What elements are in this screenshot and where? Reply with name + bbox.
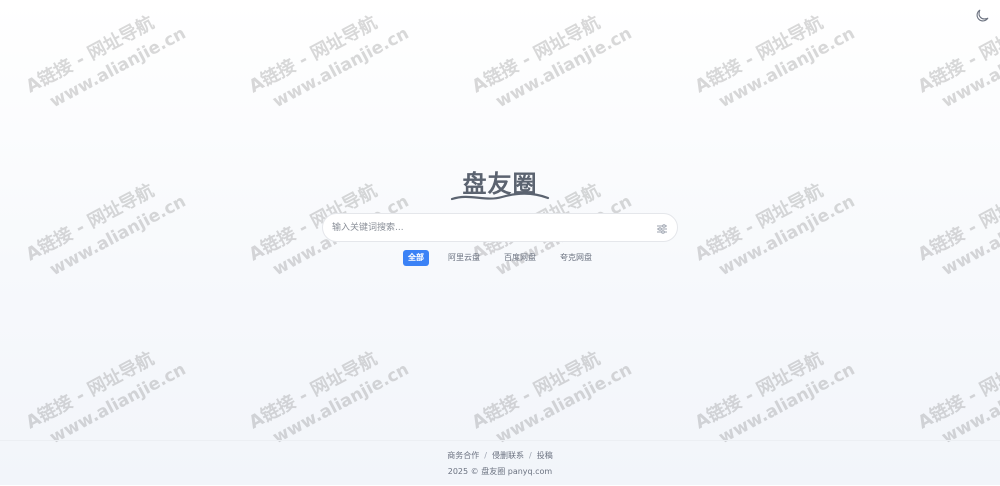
moon-icon (976, 9, 989, 22)
watermark: A链接 - 网址导航www.alianjie.cn (245, 12, 413, 113)
watermark: A链接 - 网址导航www.alianjie.cn (691, 12, 859, 113)
footer-copyright: 2025 © 盘友圈 panyq.com (447, 467, 553, 476)
category-tabs: 全部 阿里云盘 百度网盘 夸克网盘 (0, 250, 1000, 266)
footer-link-submit[interactable]: 投稿 (537, 451, 553, 460)
theme-toggle-button[interactable] (974, 8, 990, 24)
tab-aliyun[interactable]: 阿里云盘 (443, 250, 485, 266)
search-input[interactable] (323, 214, 655, 241)
watermark: A链接 - 网址导航www.alianjie.cn (468, 12, 636, 113)
logo-wave-icon (450, 192, 550, 201)
watermark: A链接 - 网址导航www.alianjie.cn (22, 348, 190, 449)
main-content: 盘友圈 全部 阿里云盘 百度网盘 夸克网盘 (0, 170, 1000, 270)
watermark: A链接 - 网址导航www.alianjie.cn (468, 348, 636, 449)
watermark: A链接 - 网址导航www.alianjie.cn (691, 348, 859, 449)
tab-all[interactable]: 全部 (403, 250, 429, 266)
footer-separator: / (529, 451, 532, 460)
watermark: A链接 - 网址导航www.alianjie.cn (22, 12, 190, 113)
footer-links: 商务合作 / 侵删联系 / 投稿 (0, 450, 1000, 461)
watermark: A链接 - 网址导航www.alianjie.cn (914, 348, 1000, 449)
tab-quark[interactable]: 夸克网盘 (555, 250, 597, 266)
search-box (322, 213, 678, 242)
watermark: A链接 - 网址导航www.alianjie.cn (245, 348, 413, 449)
footer-link-takedown[interactable]: 侵删联系 (492, 451, 524, 460)
sliders-icon (657, 223, 667, 234)
site-logo[interactable]: 盘友圈 (450, 170, 550, 208)
footer-link-business[interactable]: 商务合作 (447, 451, 479, 460)
footer: 商务合作 / 侵删联系 / 投稿 2025 © 盘友圈 panyq.com (0, 440, 1000, 486)
tab-baidu[interactable]: 百度网盘 (499, 250, 541, 266)
filter-button[interactable] (655, 221, 669, 235)
footer-separator: / (484, 451, 487, 460)
